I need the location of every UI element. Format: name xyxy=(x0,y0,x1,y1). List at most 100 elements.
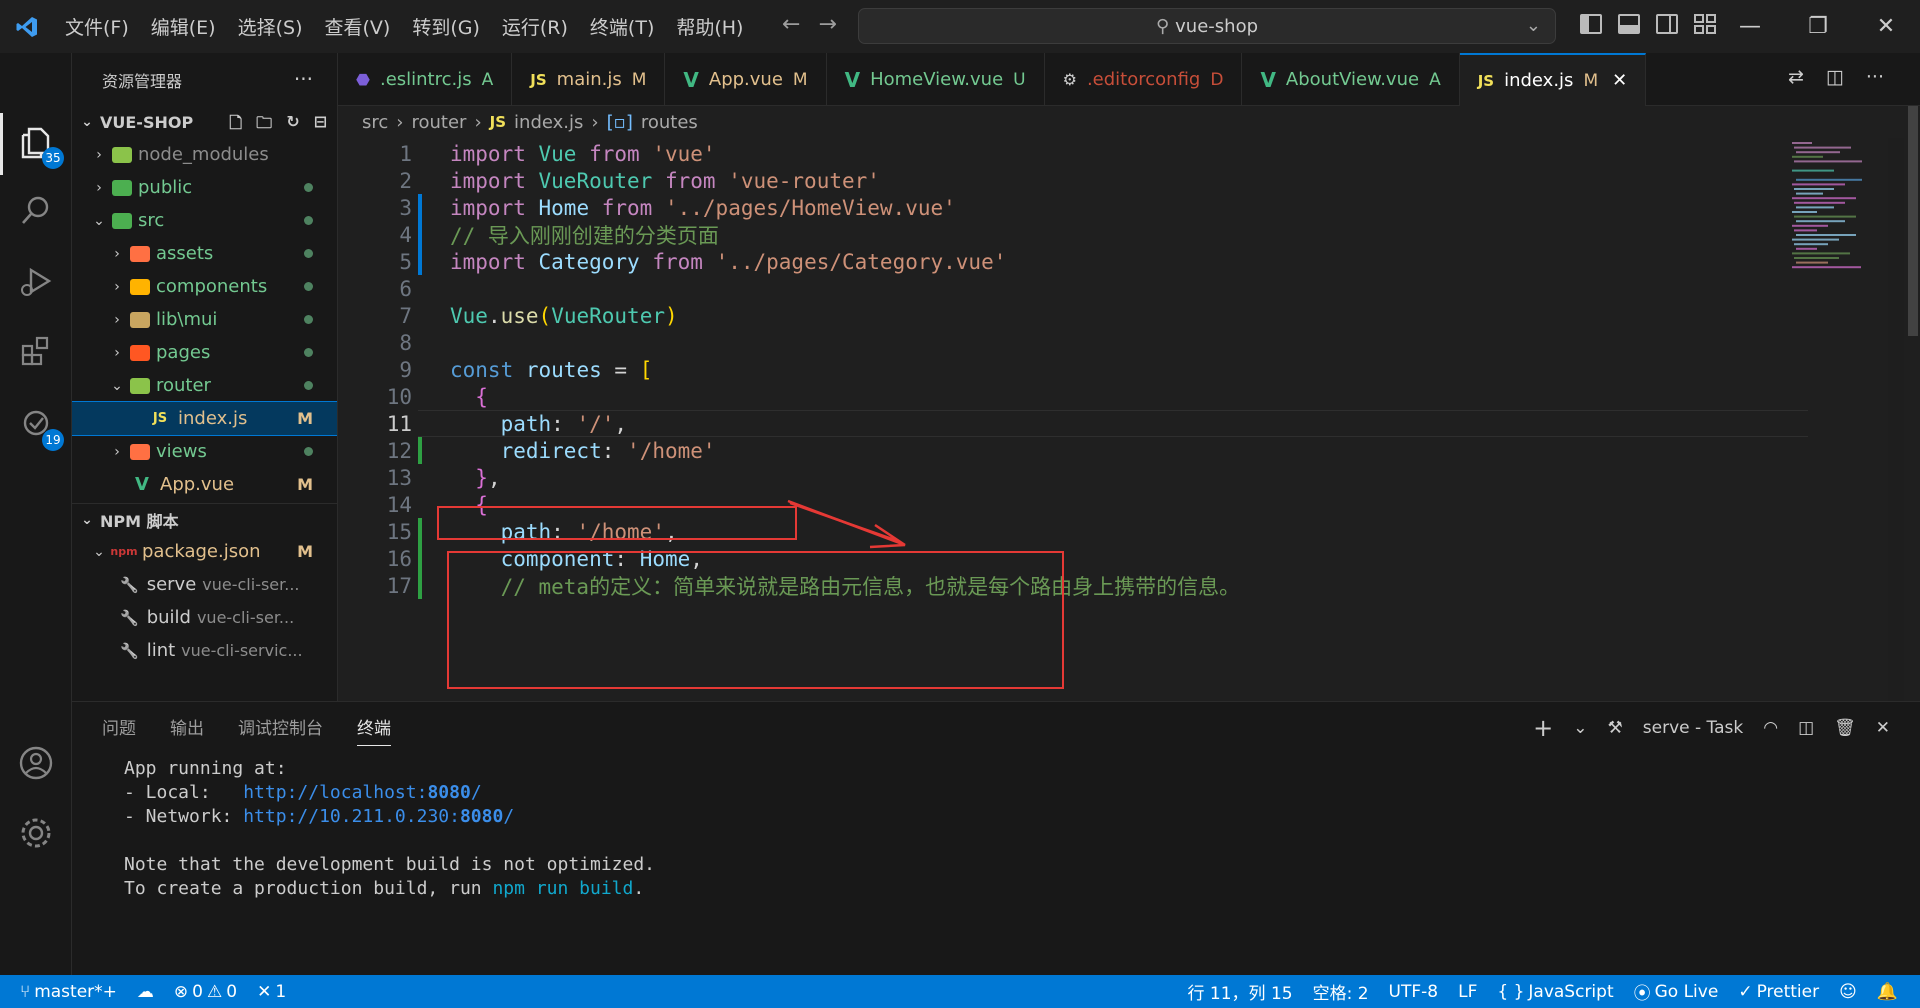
toggle-primary-sidebar-icon[interactable] xyxy=(1580,14,1602,34)
breadcrumb-item[interactable]: index.js xyxy=(514,112,583,133)
package-json-item[interactable]: ⌄ npm package.json M xyxy=(72,535,337,568)
account-icon[interactable] xyxy=(14,741,58,785)
vue-icon: V xyxy=(1260,67,1276,92)
tree-item[interactable]: › components xyxy=(72,270,337,303)
more-actions-icon[interactable]: ··· xyxy=(1866,66,1884,88)
panel-tab[interactable]: 输出 xyxy=(170,714,204,746)
menu-item[interactable]: 编辑(E) xyxy=(140,13,227,40)
npm-section-header[interactable]: ⌄ NPM 脚本 xyxy=(72,503,337,535)
menu-item[interactable]: 运行(R) xyxy=(491,13,579,40)
command-center[interactable]: ⚲ vue-shop ⌄ xyxy=(858,8,1556,44)
toggle-panel-icon[interactable] xyxy=(1618,14,1640,34)
editor-tab[interactable]: V App.vue M xyxy=(665,53,827,106)
close-tab-icon[interactable]: ✕ xyxy=(1612,70,1627,91)
tree-item[interactable]: › public xyxy=(72,171,337,204)
close-panel-icon[interactable]: ✕ xyxy=(1876,718,1890,738)
add-terminal-icon[interactable]: + xyxy=(1533,714,1553,742)
panel-tab[interactable]: 调试控制台 xyxy=(238,714,323,746)
tab-git-badge: M xyxy=(631,69,647,90)
run-debug-icon[interactable] xyxy=(14,259,58,303)
js-icon: JS xyxy=(530,70,547,89)
encoding[interactable]: UTF-8 xyxy=(1379,982,1449,1002)
indentation[interactable]: 空格: 2 xyxy=(1303,979,1379,1004)
customize-layout-icon[interactable] xyxy=(1694,14,1716,34)
sync-status[interactable]: ☁ xyxy=(127,982,164,1002)
more-actions-icon[interactable]: ··· xyxy=(294,67,313,91)
folder-router-icon xyxy=(130,377,150,394)
line-ending[interactable]: LF xyxy=(1448,982,1487,1002)
refresh-icon[interactable]: ↻ xyxy=(286,112,299,139)
menu-item[interactable]: 选择(S) xyxy=(227,13,314,40)
tree-item[interactable]: V App.vue M xyxy=(72,468,337,501)
terminal-link[interactable]: http://localhost:8080/ xyxy=(243,782,481,803)
terminal-link[interactable]: http://10.211.0.230:8080/ xyxy=(243,806,514,827)
cursor-position[interactable]: 行 11，列 15 xyxy=(1178,979,1303,1004)
toggle-secondary-sidebar-icon[interactable] xyxy=(1656,14,1678,34)
new-file-icon[interactable]: 🗋 xyxy=(229,112,242,139)
editor-tab[interactable]: ⬣ .eslintrc.js A xyxy=(338,53,513,106)
problems-status[interactable]: ⊗ 0 ⚠ 0 xyxy=(164,982,247,1002)
back-arrow-icon[interactable]: ← xyxy=(782,12,800,37)
split-terminal-icon[interactable]: ◫ xyxy=(1798,718,1814,738)
menu-item[interactable]: 查看(V) xyxy=(314,13,402,40)
chevron-down-icon[interactable]: ⌄ xyxy=(1573,718,1587,738)
tree-item[interactable]: › assets xyxy=(72,237,337,270)
ports-status[interactable]: ✕ 1 xyxy=(247,982,296,1002)
task-label[interactable]: serve - Task xyxy=(1643,718,1743,738)
compare-changes-icon[interactable]: ⇄ xyxy=(1788,66,1804,88)
npm-script-item[interactable]: 🔧 lint vue-cli-servic... xyxy=(72,634,337,667)
breadcrumb-item[interactable]: router xyxy=(411,112,466,133)
breadcrumb-item[interactable]: routes xyxy=(641,112,698,133)
notifications-bell-icon[interactable]: 🔔 xyxy=(1867,982,1908,1002)
split-editor-icon[interactable]: ◫ xyxy=(1826,66,1844,88)
minimap[interactable] xyxy=(1788,138,1898,288)
menu-item[interactable]: 文件(F) xyxy=(54,13,140,40)
tree-item[interactable]: › views xyxy=(72,435,337,468)
branch-status[interactable]: ⑂ master*+ xyxy=(0,982,127,1002)
terminal-output[interactable]: App running at: - Local: http://localhos… xyxy=(124,757,655,901)
extensions-icon[interactable] xyxy=(14,329,58,373)
explorer-icon[interactable]: 35 xyxy=(14,121,64,169)
editor-scrollbar-thumb[interactable] xyxy=(1908,106,1918,336)
close-window-icon[interactable]: ✕ xyxy=(1852,0,1920,53)
breadcrumb-item[interactable]: src xyxy=(362,112,388,133)
tree-item[interactable]: › pages xyxy=(72,336,337,369)
line-number: 9 xyxy=(399,357,412,382)
editor-tab[interactable]: JS index.js M ✕ xyxy=(1459,53,1647,106)
collapse-all-icon[interactable]: ⊟ xyxy=(314,112,327,139)
menu-item[interactable]: 帮助(H) xyxy=(665,13,754,40)
tree-item[interactable]: ⌄ router xyxy=(72,369,337,402)
npm-script-item[interactable]: 🔧 build vue-cli-ser... xyxy=(72,601,337,634)
forward-arrow-icon[interactable]: → xyxy=(818,12,836,37)
minimize-icon[interactable]: — xyxy=(1716,0,1784,53)
workspace-section-header[interactable]: ⌄ VUE-SHOP 🗋 🗀 ↻ ⊟ xyxy=(72,106,337,138)
code-editor[interactable]: 1 import Vue from 'vue' 2 import VueRouter … xyxy=(338,138,1888,701)
menu-item[interactable]: 转到(G) xyxy=(401,13,491,40)
feedback-icon[interactable]: ☺ xyxy=(1829,982,1867,1002)
panel-tab[interactable]: 问题 xyxy=(102,714,136,746)
code-text: path: '/', xyxy=(450,412,627,436)
tree-item[interactable]: › lib\mui xyxy=(72,303,337,336)
tree-item[interactable]: › node_modules xyxy=(72,138,337,171)
code-line: 3 import Home from '../pages/HomeView.vue… xyxy=(338,194,1788,221)
search-icon[interactable] xyxy=(14,189,58,233)
trash-icon[interactable]: 🗑 xyxy=(1834,718,1856,738)
source-control-icon[interactable]: 19 xyxy=(14,403,64,451)
go-live[interactable]: ⦿ Go Live xyxy=(1624,979,1729,1005)
language-mode[interactable]: { } JavaScript xyxy=(1487,982,1623,1002)
editor-tab[interactable]: V HomeView.vue U xyxy=(827,53,1045,106)
editor-tab[interactable]: ⚙ .editorconfig D xyxy=(1045,53,1243,106)
editor-tab[interactable]: V AboutView.vue A xyxy=(1242,53,1460,106)
editor-tab[interactable]: JS main.js M xyxy=(512,53,666,106)
chevron-down-icon[interactable]: ⌄ xyxy=(1526,15,1541,36)
npm-script-item[interactable]: 🔧 serve vue-cli-ser... xyxy=(72,568,337,601)
tree-item[interactable]: ⌄ src xyxy=(72,204,337,237)
tree-item[interactable]: JS index.js M xyxy=(72,401,337,436)
code-line: 13 }, xyxy=(338,464,1788,491)
menu-item[interactable]: 终端(T) xyxy=(579,13,665,40)
new-folder-icon[interactable]: 🗀 xyxy=(256,112,272,139)
restore-icon[interactable]: ❐ xyxy=(1784,0,1852,53)
panel-tab[interactable]: 终端 xyxy=(357,714,391,746)
settings-gear-icon[interactable] xyxy=(14,811,58,855)
prettier[interactable]: ✓ Prettier xyxy=(1728,982,1829,1002)
